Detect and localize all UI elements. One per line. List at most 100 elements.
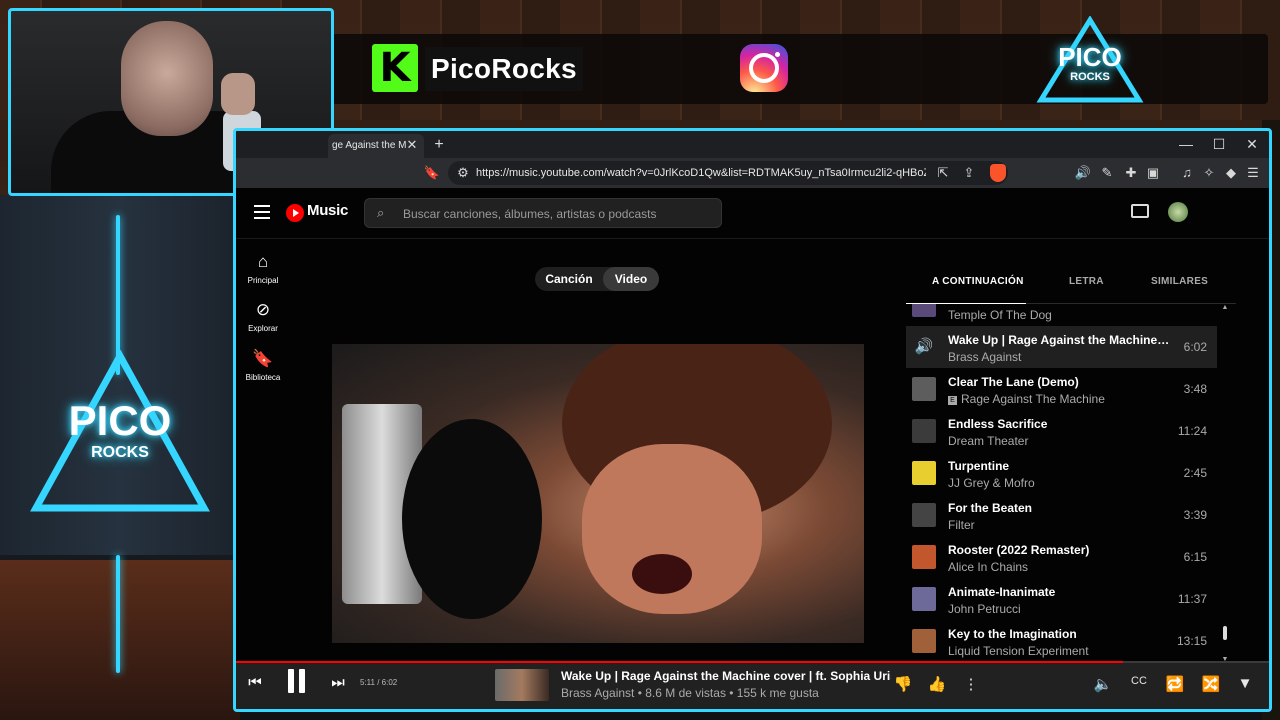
tab-related[interactable]: SIMILARES <box>1151 276 1208 287</box>
youtube-music-logo-icon[interactable] <box>286 204 304 222</box>
queue-thumbnail <box>912 377 936 401</box>
queue-artist: JJ Grey & Mofro <box>948 476 1035 490</box>
audio-icon[interactable]: 🔊 <box>1072 162 1094 184</box>
queue-row[interactable]: Animate-Inanimate John Petrucci 11:37 <box>906 578 1217 620</box>
queue-thumbnail <box>912 629 936 653</box>
queue-duration: 6:02 <box>1183 340 1207 354</box>
open-external-icon[interactable]: ⇱ <box>932 162 954 184</box>
queue-row[interactable]: Endless Sacrifice Dream Theater 11:24 <box>906 410 1217 452</box>
queue-title: Wake Up | Rage Against the Machine co... <box>948 333 1172 347</box>
cast-icon[interactable] <box>1131 204 1149 218</box>
toggle-song[interactable]: Canción <box>535 267 603 291</box>
minimize-icon[interactable]: — <box>1171 133 1201 155</box>
queue-title: Key to the Imagination <box>948 627 1077 641</box>
avatar[interactable] <box>1168 202 1188 222</box>
pen-icon[interactable]: ✎ <box>1096 162 1118 184</box>
queue-title: Clear The Lane (Demo) <box>948 375 1079 389</box>
queue-row[interactable]: Key to the Imagination Liquid Tension Ex… <box>906 620 1217 662</box>
queue-list: Temple Of The Dog 🔊 Wake Up | Rage Again… <box>906 304 1217 666</box>
video-player[interactable] <box>332 344 864 643</box>
queue-title: Turpentine <box>948 459 1010 473</box>
more-options-icon[interactable]: ⋮ <box>960 675 982 693</box>
queue-row[interactable]: Clear The Lane (Demo) E Rage Against The … <box>906 368 1217 410</box>
close-tab-icon[interactable]: ✕ <box>404 136 420 154</box>
sidebar-item-label: Principal <box>247 276 279 285</box>
search-icon: ⌕ <box>377 205 385 220</box>
queue-duration: 3:39 <box>1183 508 1207 522</box>
queue-row[interactable]: For the Beaten Filter 3:39 <box>906 494 1217 536</box>
previous-icon[interactable]: ⏮ <box>245 674 265 691</box>
now-playing-thumbnail[interactable] <box>495 669 549 701</box>
sidebar-item-label: Biblioteca <box>245 373 281 382</box>
maximize-icon[interactable]: ☐ <box>1204 133 1234 155</box>
logo-word-pico: PICO <box>1058 42 1122 72</box>
picorocks-logo-large: PICO ROCKS <box>30 350 210 520</box>
queue-artist: Filter <box>948 518 975 532</box>
queue-row[interactable]: Temple Of The Dog <box>906 304 1217 326</box>
queue-duration: 6:15 <box>1183 550 1207 564</box>
explicit-icon: E <box>948 396 957 405</box>
queue-artist: Dream Theater <box>948 434 1029 448</box>
share-icon[interactable]: ⇪ <box>958 162 980 184</box>
queue-row-current[interactable]: 🔊 Wake Up | Rage Against the Machine co.… <box>906 326 1217 368</box>
close-window-icon[interactable]: ✕ <box>1237 133 1267 155</box>
tab-next[interactable]: A CONTINUACIÓN <box>932 276 1024 287</box>
video-pop-filter <box>402 419 542 619</box>
tab-strip: ge Against the M ✕ + — ☐ ✕ <box>236 131 1269 158</box>
site-settings-icon[interactable]: ⚙ <box>452 162 474 184</box>
sidebar-item-label: Explorar <box>248 324 278 333</box>
queue-duration: 3:48 <box>1183 382 1207 396</box>
floor <box>0 560 240 720</box>
queue-artist: Temple Of The Dog <box>948 308 1052 322</box>
now-playing-subtitle: Brass Against • 8.6 M de vistas • 155 k … <box>561 686 819 700</box>
url-text[interactable]: https://music.youtube.com/watch?v=0JrlKc… <box>476 161 926 185</box>
logo-word-pico: PICO <box>68 397 172 444</box>
now-playing-title[interactable]: Wake Up | Rage Against the Machine cover… <box>561 669 891 683</box>
queue-row[interactable]: Turpentine JJ Grey & Mofro 2:45 <box>906 452 1217 494</box>
hamburger-menu-icon[interactable] <box>254 205 270 219</box>
search-input[interactable] <box>401 203 705 225</box>
wallet-icon[interactable]: ◆ <box>1220 162 1242 184</box>
menu-icon[interactable]: ☰ <box>1242 162 1264 184</box>
sidebar: ⌂ Principal ⊘ Explorar 🔖 Biblioteca <box>236 238 290 658</box>
like-icon[interactable]: 👍 <box>926 675 948 693</box>
logo-word-rocks: ROCKS <box>91 444 149 461</box>
queue-title: Animate-Inanimate <box>948 585 1056 599</box>
compass-icon: ⊘ <box>255 300 271 319</box>
expand-player-icon[interactable]: ▼ <box>1234 675 1256 692</box>
extensions-icon[interactable]: ✚ <box>1120 162 1142 184</box>
toggle-video[interactable]: Video <box>603 267 659 291</box>
bookmark-icon[interactable]: 🔖 <box>421 162 443 184</box>
sidebar-item-explorar[interactable]: ⊘ Explorar <box>236 300 290 333</box>
queue-row[interactable]: Rooster (2022 Remaster) Alice In Chains … <box>906 536 1217 578</box>
dislike-icon[interactable]: 👎 <box>892 675 914 693</box>
pause-icon[interactable] <box>284 669 308 695</box>
webcam-person-hand <box>221 73 255 115</box>
picorocks-logo: PICO ROCKS <box>1035 16 1145 104</box>
queue-scrollbar[interactable]: ▲ ▼ <box>1221 304 1229 666</box>
next-icon[interactable]: ⏭ <box>328 674 348 691</box>
queue-thumbnail <box>912 304 936 317</box>
tab-lyrics[interactable]: LETRA <box>1069 276 1104 287</box>
youtube-music-app: Music ⌕ ⌂ Principal ⊘ Explorar 🔖 Bibliot… <box>236 188 1269 709</box>
scroll-thumb[interactable] <box>1223 626 1227 640</box>
search-box[interactable]: ⌕ <box>364 198 722 228</box>
song-video-toggle: Canción Video <box>535 267 659 291</box>
sidebar-item-biblioteca[interactable]: 🔖 Biblioteca <box>236 349 290 382</box>
new-tab-icon[interactable]: + <box>430 135 448 155</box>
brave-shields-icon[interactable] <box>990 164 1006 182</box>
sidebar-item-principal[interactable]: ⌂ Principal <box>236 252 290 285</box>
ytm-brand[interactable]: Music <box>307 202 348 219</box>
shuffle-icon[interactable]: 🔀 <box>1200 675 1222 693</box>
progress-bar[interactable] <box>236 661 1269 663</box>
volume-icon[interactable]: 🔈 <box>1092 675 1114 693</box>
leo-icon[interactable]: ✧ <box>1198 162 1220 184</box>
screenshot-icon[interactable]: ▣ <box>1142 162 1164 184</box>
queue-artist: Brass Against <box>948 350 1022 364</box>
media-icon[interactable]: ♫ <box>1176 162 1198 184</box>
queue-thumbnail <box>912 419 936 443</box>
repeat-icon[interactable]: 🔁 <box>1164 675 1186 693</box>
scroll-up-icon[interactable]: ▲ <box>1221 304 1229 311</box>
player-bar: ⏮ ⏭ 5:11 / 6:02 Wake Up | Rage Against t… <box>236 661 1269 709</box>
captions-icon[interactable]: CC <box>1128 675 1150 687</box>
